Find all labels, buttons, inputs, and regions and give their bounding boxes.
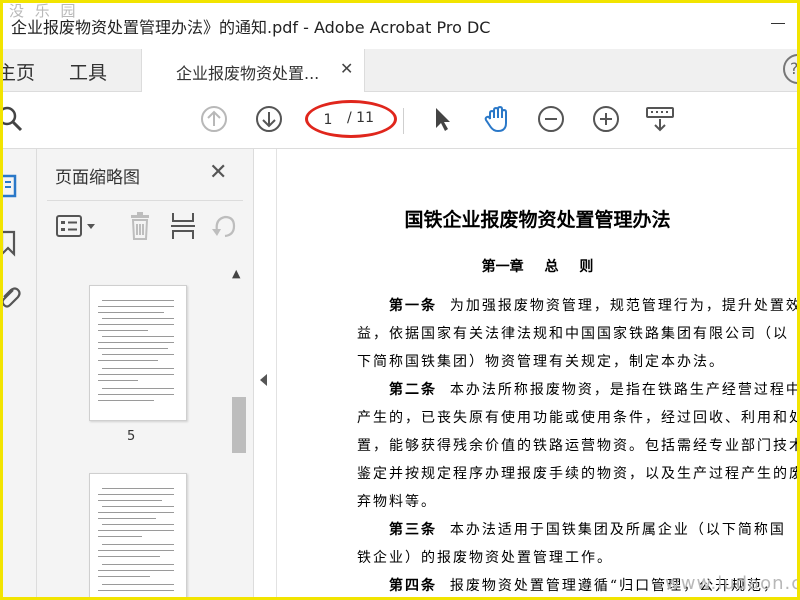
article-number: 第一条 <box>389 298 437 314</box>
help-icon[interactable]: ? <box>783 54 797 84</box>
footer-watermark: www.ludaon.com <box>665 573 797 594</box>
close-icon[interactable]: ✕ <box>340 59 353 78</box>
thumbnail-options-icon[interactable] <box>55 213 101 239</box>
paragraph-line: 产生的，已丧失原有使用功能或使用条件，经过回收、利用和处 <box>357 410 798 426</box>
paragraph-line: 下简称国铁集团）物资管理有关规定，制定本办法。 <box>357 354 725 370</box>
tab-home[interactable]: 主页 <box>3 58 35 85</box>
window-title: 企业报废物资处置管理办法》的通知.pdf - Adobe Acrobat Pro… <box>11 18 491 37</box>
page-thumbnails-icon[interactable] <box>0 173 23 199</box>
document-title: 国铁企业报废物资处置管理办法 <box>404 209 671 231</box>
zoom-in-icon[interactable] <box>591 104 621 134</box>
paragraph-line: 置，能够获得残余价值的铁路运营物资。包括需经专业部门技术 <box>357 438 798 454</box>
article-number: 第三条 <box>389 522 437 538</box>
article-number: 第二条 <box>389 382 437 398</box>
minimize-icon[interactable] <box>771 23 785 24</box>
zoom-out-icon[interactable] <box>536 104 566 134</box>
prev-page-icon[interactable] <box>199 104 229 134</box>
chapter-heading: 第一章 总 则 <box>481 259 594 275</box>
paragraph-line: 鉴定并按规定程序办理报废手续的物资，以及生产过程产生的废 <box>357 466 798 482</box>
tab-bar: 主页 工具 企业报废物资处置... ✕ ? <box>3 49 797 92</box>
panel-close-icon[interactable]: ✕ <box>209 160 227 185</box>
paragraph-line: 第三条 本办法适用于国铁集团及所属企业（以下简称国 <box>389 522 786 538</box>
thumbnail-page[interactable] <box>89 473 187 597</box>
thumbnail-label: 5 <box>127 429 136 444</box>
keyboard-icon[interactable] <box>645 104 675 134</box>
bookmark-icon[interactable] <box>0 229 23 257</box>
tab-document[interactable]: 企业报废物资处置... ✕ <box>141 49 365 92</box>
hand-tool-icon[interactable] <box>482 104 512 134</box>
navigation-strip <box>3 149 37 597</box>
app-window: 没 乐 园 企业报废物资处置管理办法》的通知.pdf - Adobe Acrob… <box>0 0 800 600</box>
scroll-up-icon[interactable]: ▲ <box>232 267 240 280</box>
paragraph-line: 第一条 为加强报废物资管理，规范管理行为，提升处置效 <box>389 298 798 314</box>
article-number: 第四条 <box>389 578 437 594</box>
document-viewport[interactable]: 国铁企业报废物资处置管理办法 第一章 总 则 第一条 为加强报废物资管理，规范管… <box>276 149 798 597</box>
thumbnails-panel: 页面缩略图 ✕ 5 ▲ <box>37 149 253 597</box>
scrollbar-thumb[interactable] <box>232 397 246 453</box>
thumbnail-list: 5 <box>51 261 229 597</box>
rotate-page-icon[interactable] <box>209 211 239 241</box>
highlight-ellipse <box>305 100 397 138</box>
split-page-icon[interactable] <box>169 211 197 241</box>
paragraph-line: 益，依据国家有关法律法规和中国国家铁路集团有限公司（以 <box>357 326 789 342</box>
toolbar-divider <box>403 108 404 134</box>
select-tool-icon[interactable] <box>427 104 457 134</box>
next-page-icon[interactable] <box>254 104 284 134</box>
paragraph-line: 第二条 本办法所称报废物资，是指在铁路生产经营过程中 <box>389 382 798 398</box>
toolbar: / 11 <box>3 92 797 149</box>
delete-page-icon[interactable] <box>127 211 153 241</box>
thumbnail-page[interactable] <box>89 285 187 421</box>
paragraph-line: 铁企业）的报废物资处置管理工作。 <box>357 550 613 566</box>
attachment-icon[interactable] <box>0 283 23 311</box>
search-icon[interactable] <box>0 104 25 134</box>
panel-tools <box>47 200 243 253</box>
collapse-arrow-icon[interactable] <box>260 374 267 386</box>
collapse-panel-strip[interactable] <box>253 149 276 597</box>
thumbnail-scrollbar[interactable]: ▲ <box>229 261 247 597</box>
panel-title: 页面缩略图 <box>55 168 140 188</box>
tab-tools[interactable]: 工具 <box>69 58 107 85</box>
title-bar: 没 乐 园 企业报废物资处置管理办法》的通知.pdf - Adobe Acrob… <box>3 3 797 49</box>
paragraph-line: 弃物料等。 <box>357 494 437 510</box>
document-tab-label: 企业报废物资处置... <box>176 64 320 83</box>
